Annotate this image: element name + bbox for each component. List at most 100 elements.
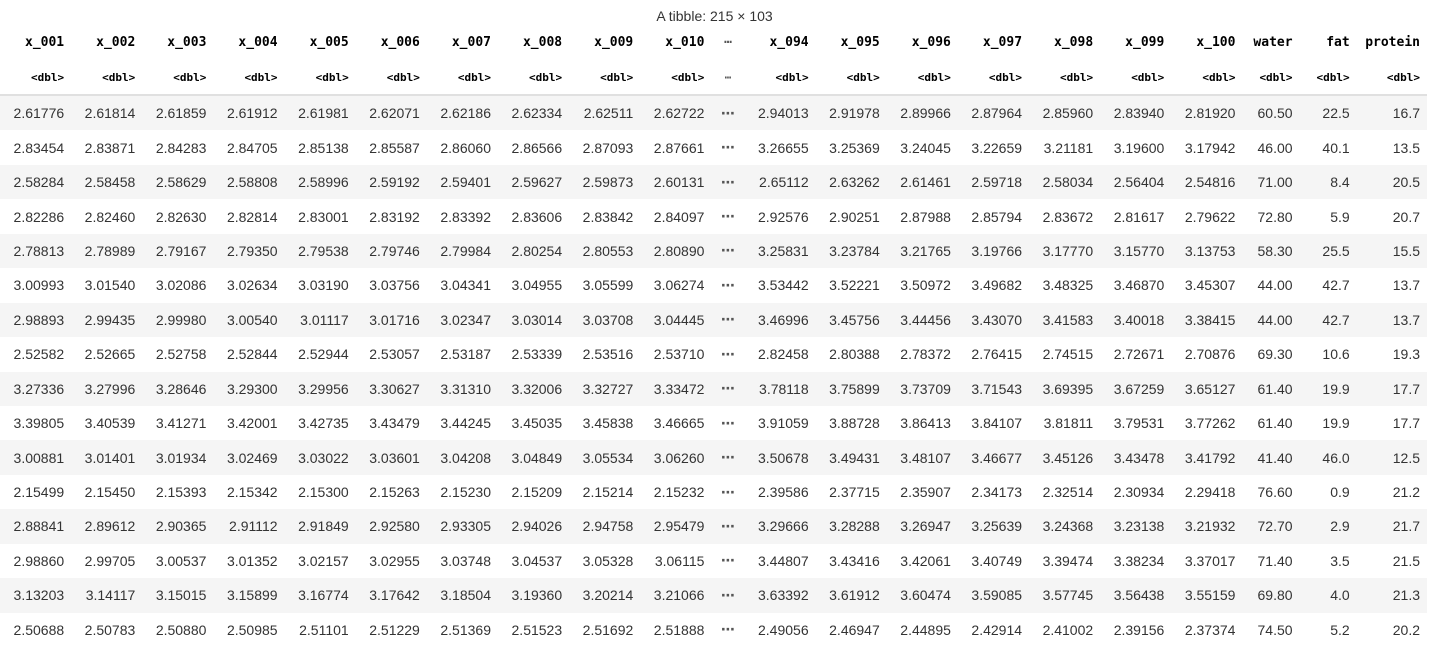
- table-cell: 2.92580: [355, 509, 427, 544]
- table-cell: 2.65112: [744, 164, 816, 200]
- table-cell: 2.82630: [142, 199, 214, 234]
- column-type: <dbl>: [355, 60, 427, 96]
- table-cell: 3.46665: [640, 405, 712, 441]
- table-cell: 2.59627: [497, 164, 570, 200]
- table-cell: 3.73709: [886, 371, 958, 406]
- table-cell: 3.45035: [497, 405, 570, 441]
- table-cell: 2.51523: [497, 612, 570, 647]
- table-cell: 46.0: [1299, 440, 1357, 475]
- table-cell: 2.79167: [142, 233, 214, 269]
- table-row: 3.00993 3.01540 3.02086 3.02634 3.03190 3.037…: [0, 268, 1427, 303]
- table-cell: 3.77262: [1171, 405, 1243, 441]
- column-type: <dbl>: [0, 60, 72, 96]
- table-cell: 3.75899: [815, 371, 887, 406]
- table-cell: 3.29956: [284, 371, 356, 406]
- table-cell: 2.62186: [426, 95, 498, 131]
- column-type: <dbl>: [640, 60, 712, 96]
- table-cell: 2.84097: [640, 199, 712, 234]
- column-header: x_096: [911, 35, 951, 50]
- table-cell: 3.52221: [815, 268, 887, 303]
- table-cell: 3.21066: [640, 578, 712, 613]
- table-cell: 2.41002: [1029, 612, 1101, 647]
- column-ellipsis: ⋯: [724, 35, 732, 50]
- table-row: 2.50688 2.50783 2.50880 2.50985 2.51101 2.512…: [0, 612, 1427, 647]
- table-cell: 3.26655: [744, 130, 816, 165]
- table-cell: 3.21765: [886, 233, 958, 269]
- table-cell: 3.67259: [1100, 371, 1172, 406]
- table-row: 2.15499 2.15450 2.15393 2.15342 2.15300 2.152…: [0, 474, 1427, 510]
- table-cell: 3.15015: [142, 578, 214, 613]
- table-cell: 2.85587: [355, 130, 427, 165]
- column-header: fat: [1326, 35, 1350, 50]
- table-cell: 2.32514: [1029, 474, 1101, 510]
- table-cell: 20.7: [1356, 199, 1427, 234]
- table-cell: 72.80: [1242, 199, 1300, 234]
- column-type: <dbl>: [1242, 60, 1300, 96]
- table-cell: 41.40: [1242, 440, 1300, 475]
- cell-ellipsis: ⋯: [711, 543, 745, 579]
- table-cell: 2.53187: [426, 337, 498, 372]
- table-cell: 2.29418: [1171, 474, 1243, 510]
- table-cell: 2.53710: [640, 337, 712, 372]
- table-row: 2.83454 2.83871 2.84283 2.84705 2.85138 2.855…: [0, 130, 1427, 165]
- table-cell: 3.46677: [957, 440, 1030, 475]
- table-cell: 3.06274: [640, 268, 712, 303]
- column-type: <dbl>: [497, 60, 570, 96]
- table-cell: 17.7: [1356, 405, 1427, 441]
- table-cell: 2.91112: [213, 509, 285, 544]
- table-cell: 3.50678: [744, 440, 816, 475]
- table-cell: 2.56404: [1100, 164, 1172, 200]
- column-header: x_094: [769, 35, 809, 50]
- table-cell: 2.82460: [71, 199, 143, 234]
- table-cell: 2.51692: [569, 612, 641, 647]
- table-cell: 74.50: [1242, 612, 1300, 647]
- table-cell: 3.00537: [142, 543, 214, 579]
- table-cell: 3.29300: [213, 371, 285, 406]
- table-cell: 3.03708: [569, 302, 641, 338]
- table-cell: 2.59718: [957, 164, 1030, 200]
- table-cell: 2.50985: [213, 612, 285, 647]
- table-cell: 69.80: [1242, 578, 1300, 613]
- column-header: x_002: [96, 35, 136, 50]
- table-cell: 2.79984: [426, 233, 498, 269]
- table-cell: 2.15450: [71, 474, 143, 510]
- table-cell: 3.05534: [569, 440, 641, 475]
- table-cell: 3.15899: [213, 578, 285, 613]
- table-cell: 3.06115: [640, 543, 712, 579]
- table-cell: 3.04208: [426, 440, 498, 475]
- table-cell: 44.00: [1242, 302, 1300, 338]
- table-cell: 3.38234: [1100, 543, 1172, 579]
- table-cell: 3.04849: [497, 440, 570, 475]
- table-cell: 2.95479: [640, 509, 712, 544]
- table-cell: 3.39805: [0, 405, 72, 441]
- table-cell: 2.83842: [569, 199, 641, 234]
- table-cell: 3.79531: [1100, 405, 1172, 441]
- table-cell: 2.61912: [213, 95, 285, 131]
- table-cell: 2.82814: [213, 199, 285, 234]
- cell-ellipsis: ⋯: [711, 405, 745, 441]
- table-cell: 3.37017: [1171, 543, 1243, 579]
- table-cell: 2.58996: [284, 164, 356, 200]
- table-cell: 20.2: [1356, 612, 1427, 647]
- table-cell: 3.03756: [355, 268, 427, 303]
- table-cell: 2.9: [1299, 509, 1357, 544]
- table-cell: 2.59401: [426, 164, 498, 200]
- table-cell: 3.81811: [1029, 405, 1101, 441]
- column-header: x_009: [594, 35, 634, 50]
- table-cell: 3.43070: [957, 302, 1030, 338]
- table-cell: 3.25831: [744, 233, 816, 269]
- table-cell: 2.50688: [0, 612, 72, 647]
- table-cell: 2.50783: [71, 612, 143, 647]
- table-cell: 3.88728: [815, 405, 887, 441]
- table-cell: 3.49431: [815, 440, 887, 475]
- table-cell: 3.40018: [1100, 302, 1172, 338]
- table-cell: 3.43478: [1100, 440, 1172, 475]
- table-cell: 3.02634: [213, 268, 285, 303]
- column-header: x_010: [665, 35, 705, 50]
- table-cell: 3.00881: [0, 440, 72, 475]
- table-cell: 2.34173: [957, 474, 1030, 510]
- table-cell: 3.30627: [355, 371, 427, 406]
- table-cell: 3.02347: [426, 302, 498, 338]
- table-cell: 3.26947: [886, 509, 958, 544]
- column-header: x_097: [982, 35, 1023, 50]
